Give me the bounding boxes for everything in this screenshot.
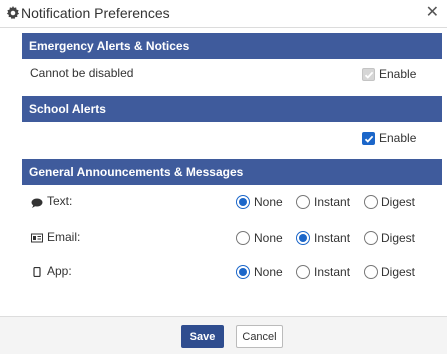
app-option-none-radio[interactable] xyxy=(236,265,250,279)
app-option-digest-radio[interactable] xyxy=(364,265,378,279)
close-icon[interactable]: ✕ xyxy=(426,3,439,23)
app-option-digest-label: Digest xyxy=(381,265,416,279)
text-option-digest-radio[interactable] xyxy=(364,195,378,209)
section-header-school: School Alerts xyxy=(22,96,442,122)
email-option-instant-radio[interactable] xyxy=(296,231,310,245)
email-option-none-radio[interactable] xyxy=(236,231,250,245)
gear-icon xyxy=(6,6,20,20)
email-option-digest-radio[interactable] xyxy=(364,231,378,245)
emergency-enable-checkbox xyxy=(362,68,375,81)
channel-label-text: Text: xyxy=(47,194,73,208)
text-option-none-label: None xyxy=(254,195,283,209)
text-option-instant-radio[interactable] xyxy=(296,195,310,209)
email-option-digest-label: Digest xyxy=(381,231,416,245)
notification-preferences-dialog: Notification Preferences ✕ Emergency Ale… xyxy=(0,0,447,354)
channel-label-app: App: xyxy=(47,264,72,278)
speech-bubble-icon xyxy=(31,197,43,208)
email-option-none-label: None xyxy=(254,231,283,245)
section-header-general: General Announcements & Messages xyxy=(22,159,442,185)
phone-icon xyxy=(33,266,45,278)
dialog-title: Notification Preferences xyxy=(21,5,170,21)
text-option-none-radio[interactable] xyxy=(236,195,250,209)
channel-label-email: Email: xyxy=(47,230,81,244)
email-card-icon xyxy=(31,232,43,243)
school-enable-checkbox[interactable] xyxy=(362,132,375,145)
cancel-button[interactable]: Cancel xyxy=(236,325,283,348)
emergency-enable-label: Enable xyxy=(379,67,417,81)
text-option-instant-label: Instant xyxy=(314,195,351,209)
app-option-none-label: None xyxy=(254,265,283,279)
cannot-disable-note: Cannot be disabled xyxy=(30,66,134,80)
app-option-instant-label: Instant xyxy=(314,265,351,279)
text-option-digest-label: Digest xyxy=(381,195,416,209)
save-button[interactable]: Save xyxy=(181,325,224,348)
email-option-instant-label: Instant xyxy=(314,231,351,245)
school-enable-label: Enable xyxy=(379,131,417,145)
section-header-emergency: Emergency Alerts & Notices xyxy=(22,33,442,59)
title-bar: Notification Preferences ✕ xyxy=(0,0,447,28)
app-option-instant-radio[interactable] xyxy=(296,265,310,279)
